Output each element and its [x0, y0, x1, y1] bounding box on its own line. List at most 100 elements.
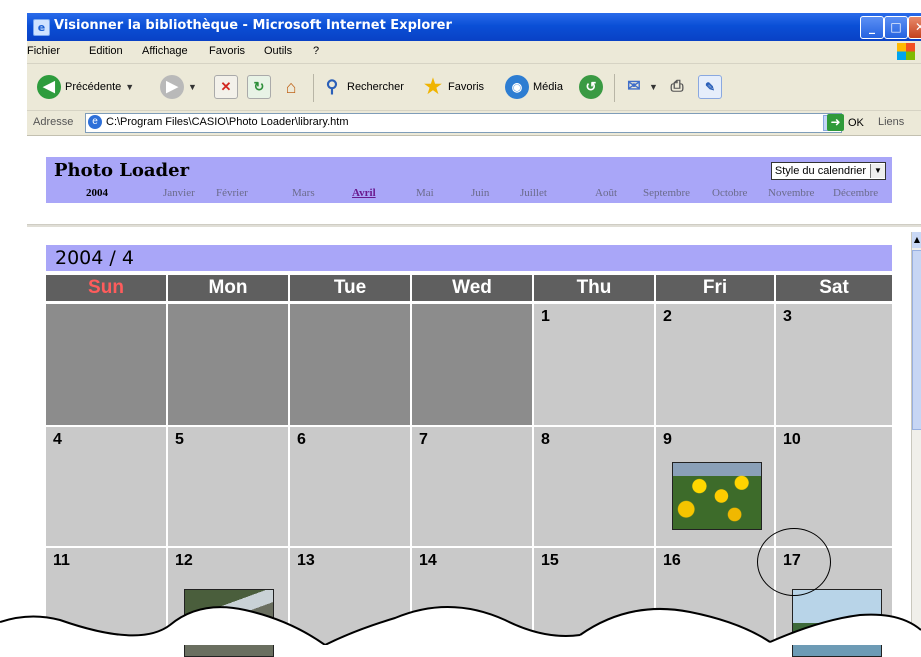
- day-number: 1: [541, 308, 550, 325]
- day-number: 16: [663, 552, 681, 569]
- links-label[interactable]: Liens: [878, 116, 904, 128]
- photo-loader-header: Photo Loader Style du calendrier ▼ 2004 …: [46, 157, 892, 207]
- month-avril[interactable]: Avril: [352, 187, 376, 199]
- year-label: 2004: [86, 187, 108, 199]
- weekday-thu: Thu: [534, 275, 654, 301]
- month-septembre[interactable]: Septembre: [643, 187, 690, 199]
- day-cell-1[interactable]: 1: [534, 304, 654, 425]
- month-decembre[interactable]: Décembre: [833, 187, 878, 199]
- refresh-button[interactable]: ↻: [247, 73, 271, 101]
- photo-thumbnail[interactable]: [672, 462, 762, 530]
- day-cell-4[interactable]: 4: [46, 427, 166, 546]
- media-button[interactable]: ◉ Média: [505, 73, 563, 101]
- chevron-down-icon: ▼: [125, 82, 135, 92]
- chevron-down-icon: ▼: [649, 82, 658, 92]
- weekday-mon: Mon: [168, 275, 288, 301]
- windows-logo-icon: [897, 43, 915, 60]
- month-juin[interactable]: Juin: [471, 187, 489, 199]
- menu-help[interactable]: ?: [313, 45, 319, 57]
- view-style-select[interactable]: Style du calendrier ▼: [770, 162, 886, 180]
- empty-day-cell: [290, 304, 410, 425]
- window-titlebar: e Visionner la bibliothèque - Microsoft …: [27, 13, 921, 41]
- mail-button[interactable]: ✉ ▼: [623, 73, 658, 101]
- minimize-button[interactable]: _: [860, 16, 884, 39]
- month-fevrier[interactable]: Février: [216, 187, 248, 199]
- chevron-down-icon: ▼: [870, 164, 885, 178]
- month-novembre[interactable]: Novembre: [768, 187, 814, 199]
- vertical-scrollbar[interactable]: ▲: [911, 232, 921, 645]
- maximize-button[interactable]: □: [884, 16, 908, 39]
- media-label: Média: [533, 81, 563, 93]
- go-button[interactable]: ➜ OK: [827, 114, 864, 131]
- chevron-down-icon: ▼: [188, 82, 197, 92]
- day-number: 2: [663, 308, 672, 325]
- day-cell-6[interactable]: 6: [290, 427, 410, 546]
- stop-button[interactable]: ✕: [214, 73, 238, 101]
- day-cell-3[interactable]: 3: [776, 304, 892, 425]
- favorites-button[interactable]: ★ Favoris: [422, 73, 484, 101]
- address-url: C:\Program Files\CASIO\Photo Loader\libr…: [106, 116, 349, 128]
- torn-edge-wave: [0, 606, 921, 645]
- mail-icon: ✉: [627, 78, 641, 95]
- empty-day-cell: [46, 304, 166, 425]
- day-cell-9[interactable]: 9: [656, 427, 774, 546]
- edit-button[interactable]: ✎: [698, 73, 722, 101]
- history-button[interactable]: ↺: [579, 73, 603, 101]
- month-juillet[interactable]: Juillet: [520, 187, 547, 199]
- day-number: 9: [663, 431, 672, 448]
- star-icon: ★: [424, 76, 442, 98]
- refresh-icon: ↻: [247, 75, 271, 99]
- printer-icon: ⎙: [670, 78, 684, 95]
- day-cell-5[interactable]: 5: [168, 427, 288, 546]
- day-number: 12: [175, 552, 193, 569]
- day-number: 10: [783, 431, 801, 448]
- address-bar: Adresse e C:\Program Files\CASIO\Photo L…: [27, 111, 921, 136]
- scroll-up-icon[interactable]: ▲: [912, 232, 921, 248]
- ie-page-icon: e: [88, 115, 102, 129]
- search-button[interactable]: ⚲ Rechercher: [321, 73, 404, 101]
- day-number: 6: [297, 431, 306, 448]
- day-cell-2[interactable]: 2: [656, 304, 774, 425]
- day-cell-7[interactable]: 7: [412, 427, 532, 546]
- day-number: 15: [541, 552, 559, 569]
- scrollbar-thumb[interactable]: [912, 250, 921, 430]
- day-number: 14: [419, 552, 437, 569]
- address-label: Adresse: [33, 116, 74, 128]
- menu-bar: Fichier Edition Affichage Favoris Outils…: [27, 41, 921, 64]
- empty-day-cell: [412, 304, 532, 425]
- forward-button[interactable]: ▶ ▼: [160, 73, 197, 101]
- month-aout[interactable]: Août: [595, 187, 617, 199]
- month-octobre[interactable]: Octobre: [712, 187, 747, 199]
- close-button[interactable]: ✕: [908, 16, 921, 39]
- edit-page-icon: ✎: [698, 75, 722, 99]
- print-button[interactable]: ⎙: [666, 73, 688, 101]
- weekday-sun: Sun: [46, 275, 166, 301]
- month-mai[interactable]: Mai: [416, 187, 434, 199]
- app-title: Photo Loader: [54, 160, 190, 181]
- month-mars[interactable]: Mars: [292, 187, 315, 199]
- weekday-sat: Sat: [776, 275, 892, 301]
- favorites-label: Favoris: [448, 81, 485, 93]
- menu-edition[interactable]: Edition: [89, 45, 123, 57]
- divider: [27, 224, 921, 227]
- address-input[interactable]: e C:\Program Files\CASIO\Photo Loader\li…: [85, 113, 842, 133]
- back-label: Précédente: [65, 81, 122, 93]
- menu-affichage[interactable]: Affichage: [142, 45, 188, 57]
- weekday-fri: Fri: [656, 275, 774, 301]
- go-arrow-icon: ➜: [827, 114, 844, 131]
- month-janvier[interactable]: Janvier: [163, 187, 195, 199]
- home-button[interactable]: ⌂: [280, 73, 302, 101]
- weekday-tue: Tue: [290, 275, 410, 301]
- toolbar-separator: [614, 74, 615, 102]
- menu-fichier[interactable]: Fichier: [27, 45, 60, 57]
- day-cell-8[interactable]: 8: [534, 427, 654, 546]
- photo-loader-title-bar: Photo Loader Style du calendrier ▼: [46, 157, 892, 184]
- go-label: OK: [848, 116, 864, 129]
- menu-favoris[interactable]: Favoris: [209, 45, 245, 57]
- menu-outils[interactable]: Outils: [264, 45, 292, 57]
- day-number: 7: [419, 431, 428, 448]
- day-number: 4: [53, 431, 62, 448]
- forward-arrow-icon: ▶: [160, 75, 184, 99]
- back-button[interactable]: ◀ Précédente ▼: [37, 73, 134, 101]
- day-number: 11: [53, 552, 70, 569]
